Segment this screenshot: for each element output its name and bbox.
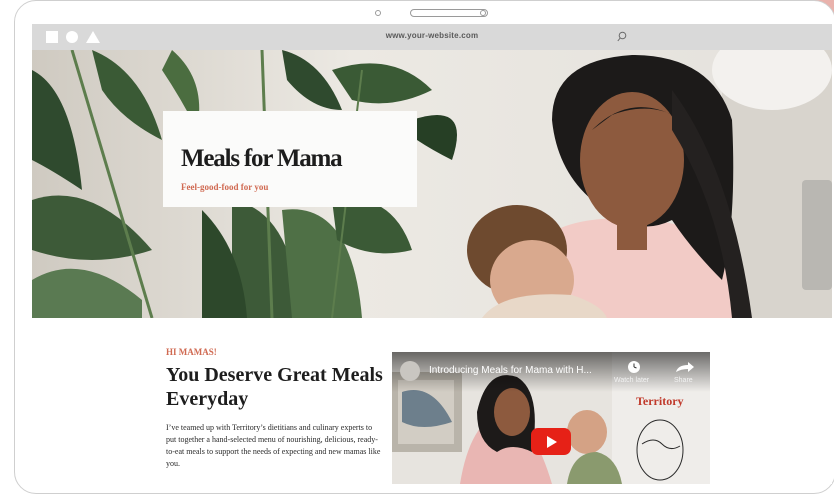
hero-photo: [32, 50, 832, 318]
hero-section: Meals for Mama Feel-good-food for you: [32, 50, 832, 318]
intro-kicker: HI MAMAS!: [166, 347, 217, 357]
device-speaker: [410, 9, 488, 17]
intro-body: I’ve teamed up with Territory’s dietitia…: [166, 423, 381, 468]
browser-bar: www.your-website.com: [32, 24, 832, 50]
share-icon[interactable]: [672, 360, 696, 374]
camera-dot-left: [375, 10, 381, 16]
clock-icon[interactable]: [622, 360, 646, 374]
play-icon: [547, 436, 557, 448]
search-icon[interactable]: [615, 30, 629, 44]
territory-logo: Territory: [636, 394, 684, 408]
video-embed[interactable]: Introducing Meals for Mama with H... Wat…: [392, 352, 710, 484]
share-label[interactable]: Share: [674, 377, 693, 384]
intro-heading: You Deserve Great Meals Everyday: [166, 364, 383, 410]
camera-dot-right: [480, 10, 486, 16]
watch-later-label[interactable]: Watch later: [614, 377, 649, 384]
address-bar-url[interactable]: www.your-website.com: [32, 31, 832, 40]
hero-title-card: Meals for Mama Feel-good-food for you: [163, 111, 417, 207]
video-title[interactable]: Introducing Meals for Mama with H...: [429, 365, 592, 376]
intro-section: HI MAMAS! You Deserve Great Meals Everyd…: [32, 318, 832, 484]
channel-avatar[interactable]: [400, 361, 420, 381]
hero-title: Meals for Mama: [181, 145, 343, 172]
play-button[interactable]: [531, 428, 571, 455]
hero-subtitle: Feel-good-food for you: [181, 182, 269, 192]
